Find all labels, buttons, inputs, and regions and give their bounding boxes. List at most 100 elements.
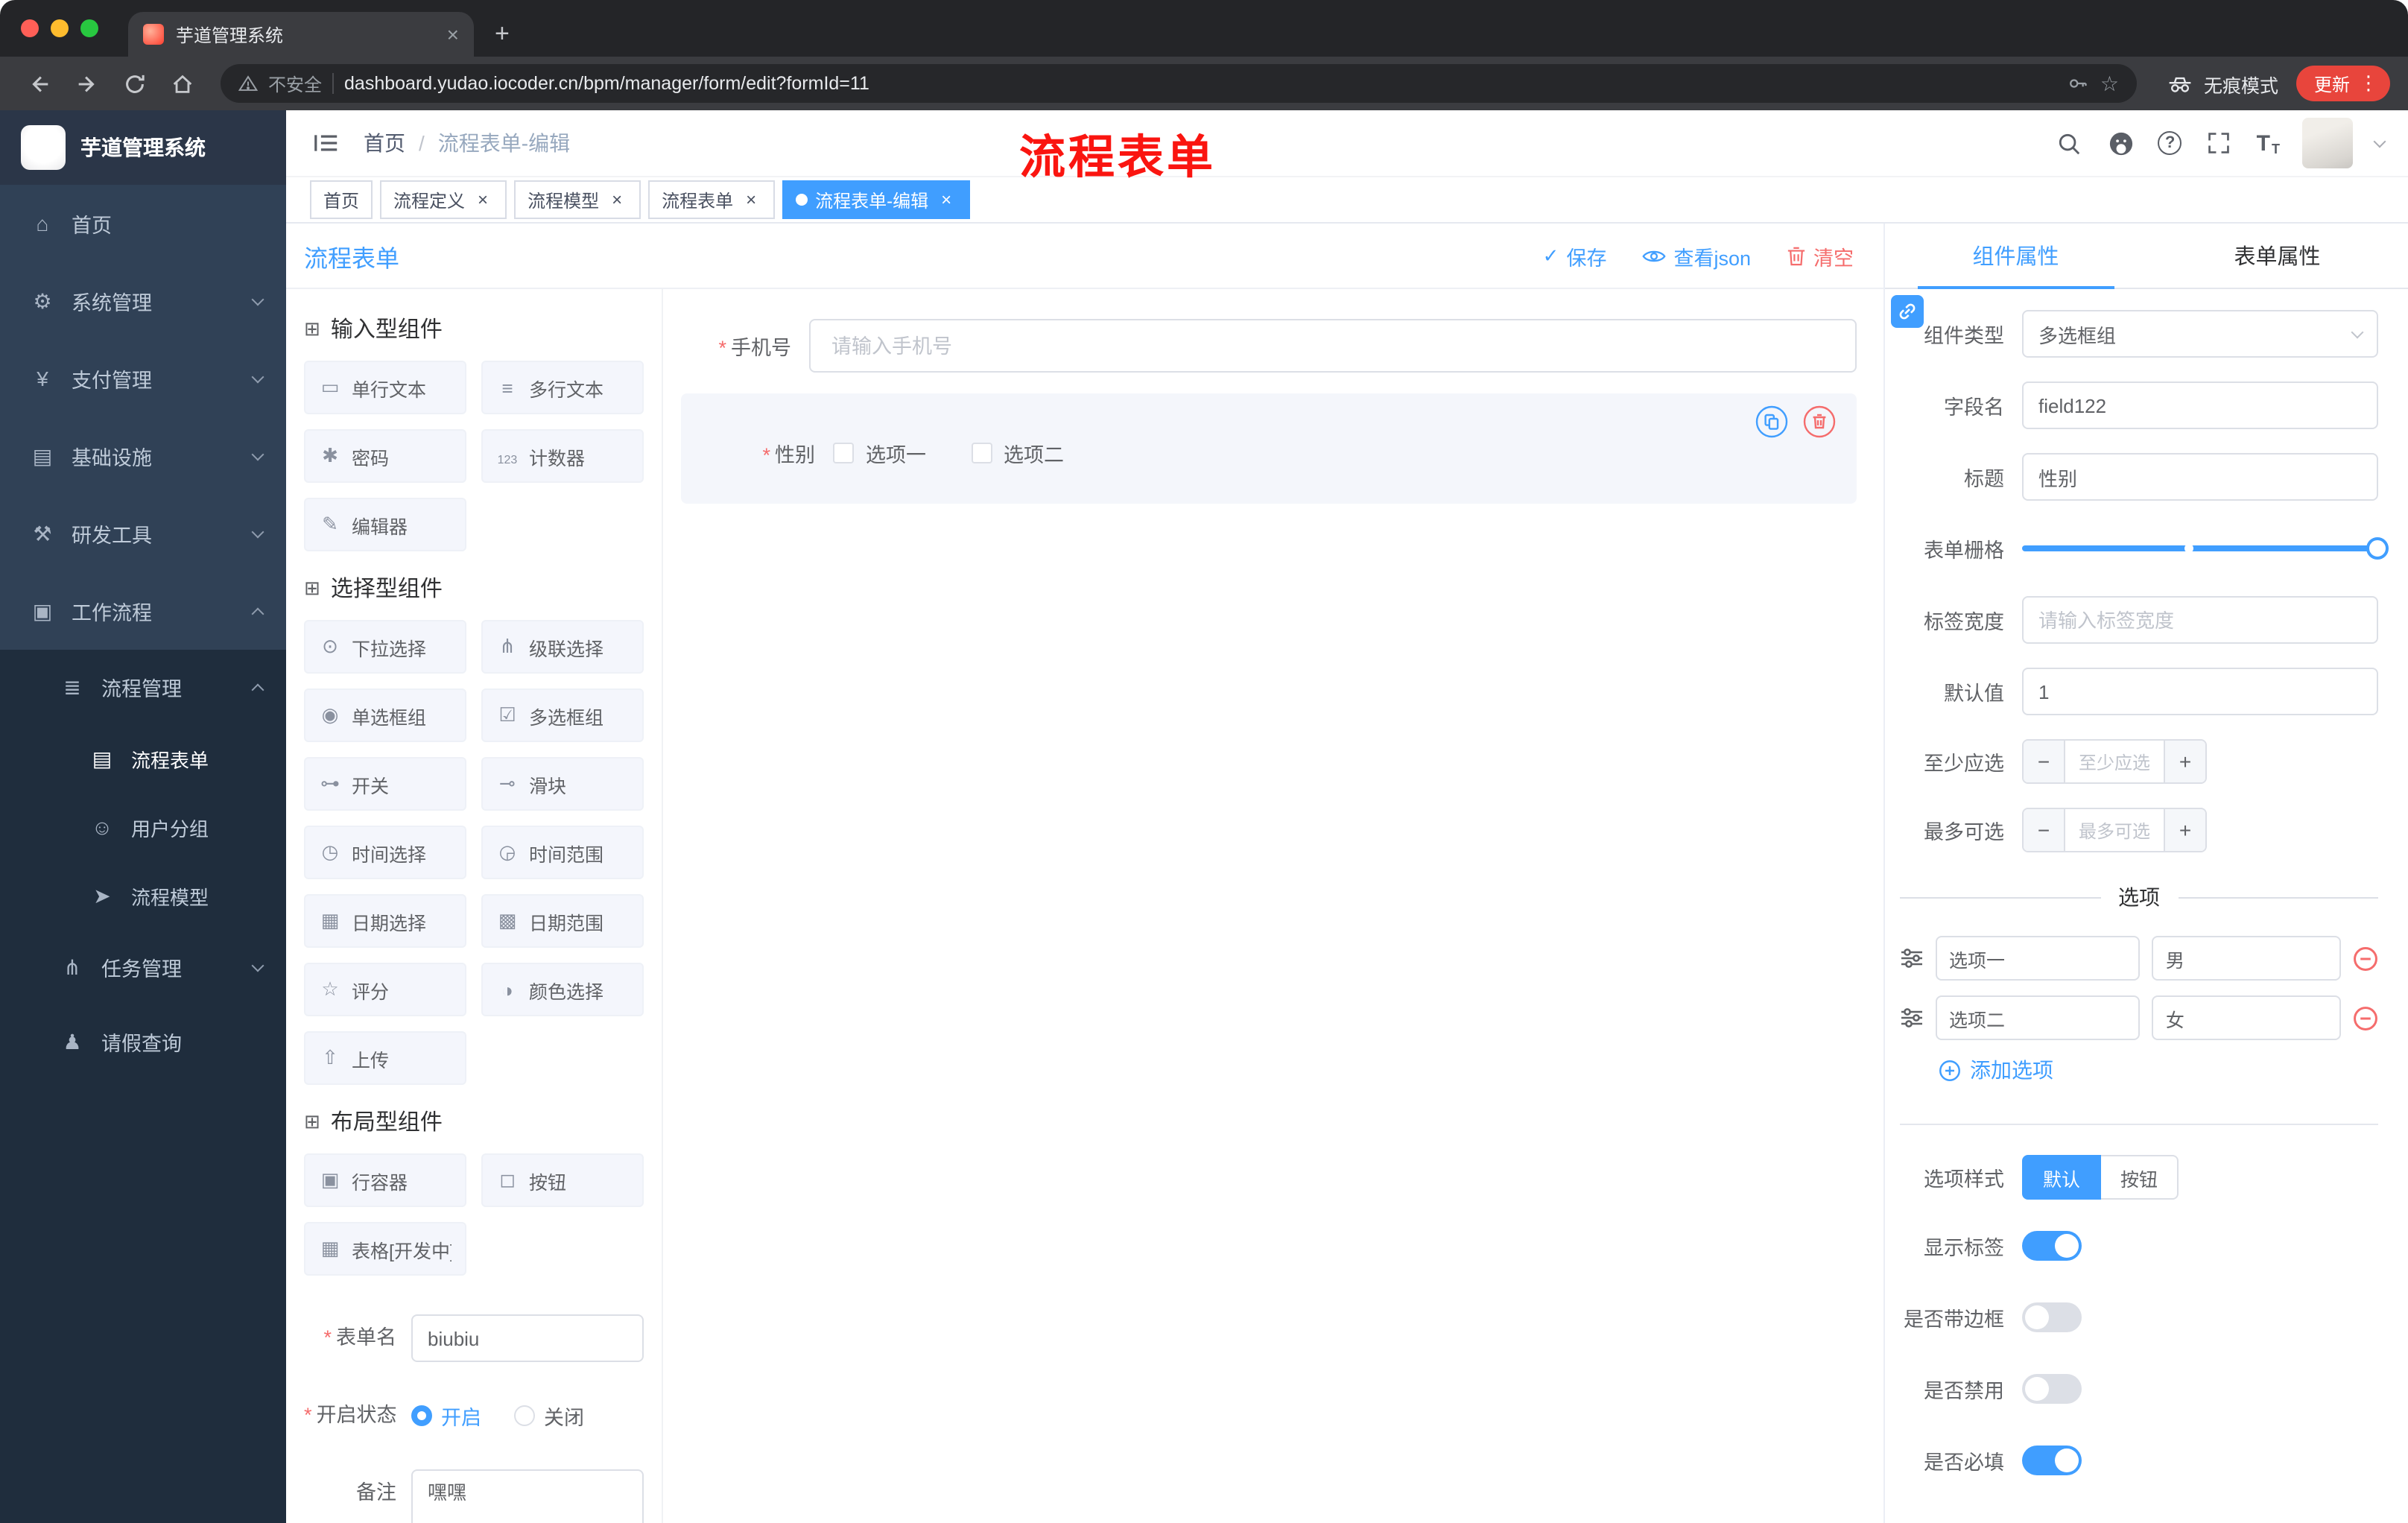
link-badge-button[interactable] [1891, 295, 1924, 328]
palette-item-cascader[interactable]: 级联选择 [481, 620, 644, 674]
tab-form-props[interactable]: 表单属性 [2146, 224, 2408, 288]
palette-item-editor[interactable]: 编辑器 [304, 498, 466, 551]
component-type-select[interactable] [2022, 310, 2378, 358]
selected-component-gender[interactable]: 性别 选项一 选项二 [681, 393, 1857, 504]
sidebar-item-process-model[interactable]: 流程模型 [0, 861, 286, 930]
palette-item-date-picker[interactable]: 日期选择 [304, 894, 466, 948]
breadcrumb-root[interactable]: 首页 [364, 128, 405, 158]
sidebar-item-process-management[interactable]: 流程管理 [0, 650, 286, 724]
gender-option-1-checkbox[interactable]: 选项一 [833, 438, 926, 468]
collapse-sidebar-button[interactable] [310, 127, 343, 159]
gender-option-2-checkbox[interactable]: 选项二 [971, 438, 1064, 468]
sidebar-item-user-groups[interactable]: 用户分组 [0, 793, 286, 861]
sidebar-logo-row[interactable]: 芋道管理系统 [0, 110, 286, 185]
tag-process-definition[interactable]: 流程定义 [380, 180, 507, 219]
border-toggle[interactable] [2022, 1302, 2082, 1332]
tag-close-icon[interactable] [472, 189, 493, 210]
plus-button[interactable]: + [2164, 809, 2205, 851]
tag-close-icon[interactable] [741, 189, 761, 210]
plus-button[interactable]: + [2164, 741, 2205, 782]
add-option-button[interactable]: 添加选项 [1939, 1055, 2378, 1085]
component-type-value[interactable] [2022, 310, 2378, 358]
tag-close-icon[interactable] [606, 189, 627, 210]
remove-option-button[interactable] [2353, 1005, 2378, 1030]
tag-process-model[interactable]: 流程模型 [514, 180, 641, 219]
view-json-button[interactable]: 查看json [1642, 241, 1751, 270]
disabled-toggle[interactable] [2022, 1374, 2082, 1404]
search-icon[interactable] [2054, 128, 2084, 158]
back-button[interactable] [18, 64, 60, 103]
phone-input[interactable] [809, 319, 1857, 373]
sidebar-item-infrastructure[interactable]: 基础设施 [0, 417, 286, 495]
palette-item-password[interactable]: 密码 [304, 429, 466, 483]
form-remark-textarea[interactable]: 嘿嘿 [411, 1469, 644, 1523]
style-button-button[interactable]: 按钮 [2101, 1155, 2179, 1200]
minus-button[interactable]: − [2024, 809, 2065, 851]
palette-item-slider[interactable]: 滑块 [481, 757, 644, 811]
sidebar-item-leave-query[interactable]: 请假查询 [0, 1004, 286, 1079]
remove-option-button[interactable] [2353, 946, 2378, 971]
palette-item-time-picker[interactable]: 时间选择 [304, 826, 466, 879]
field-name-input[interactable] [2022, 381, 2378, 429]
security-label[interactable]: 不安全 [268, 71, 322, 96]
sidebar-item-home[interactable]: 首页 [0, 185, 286, 262]
palette-item-textarea[interactable]: 多行文本 [481, 361, 644, 414]
tag-process-form-edit[interactable]: 流程表单-编辑 [782, 180, 971, 219]
sidebar-item-system[interactable]: 系统管理 [0, 262, 286, 340]
palette-item-date-range[interactable]: 日期范围 [481, 894, 644, 948]
title-input[interactable] [2022, 453, 2378, 501]
sidebar-item-payment[interactable]: 支付管理 [0, 340, 286, 417]
close-window-button[interactable] [21, 19, 39, 37]
font-size-icon[interactable] [2257, 130, 2280, 156]
slider-handle[interactable] [2366, 537, 2389, 560]
palette-item-button[interactable]: 按钮 [481, 1153, 644, 1207]
avatar-dropdown-caret-icon[interactable] [2373, 134, 2386, 148]
minimize-window-button[interactable] [51, 19, 69, 37]
tag-process-form[interactable]: 流程表单 [648, 180, 776, 219]
tab-component-props[interactable]: 组件属性 [1885, 224, 2146, 289]
new-tab-button[interactable] [495, 21, 510, 46]
password-key-icon[interactable] [2068, 73, 2090, 94]
status-radio-off[interactable]: 关闭 [514, 1401, 584, 1431]
palette-item-switch[interactable]: 开关 [304, 757, 466, 811]
palette-item-upload[interactable]: 上传 [304, 1031, 466, 1085]
reload-button[interactable] [113, 64, 155, 103]
help-icon[interactable] [2158, 131, 2182, 155]
address-bar[interactable]: 不安全 dashboard.yudao.iocoder.cn/bpm/manag… [221, 64, 2137, 103]
sidebar-item-devtools[interactable]: 研发工具 [0, 495, 286, 572]
default-value-input[interactable] [2022, 668, 2378, 715]
palette-item-radio-group[interactable]: 单选框组 [304, 688, 466, 742]
drag-handle-icon[interactable] [1900, 1006, 1924, 1030]
palette-item-color-picker[interactable]: 颜色选择 [481, 963, 644, 1016]
label-width-input[interactable] [2022, 596, 2378, 644]
save-button[interactable]: 保存 [1543, 241, 1606, 270]
sidebar-item-process-form[interactable]: 流程表单 [0, 724, 286, 793]
browser-tab[interactable]: 芋道管理系统 [128, 12, 474, 57]
form-name-input[interactable] [411, 1314, 644, 1362]
fullscreen-icon[interactable] [2205, 128, 2234, 158]
show-label-toggle[interactable] [2022, 1231, 2082, 1261]
bookmark-star-icon[interactable] [2100, 73, 2119, 94]
option-value-input[interactable] [2152, 936, 2341, 981]
drag-handle-icon[interactable] [1900, 946, 1924, 970]
forward-button[interactable] [66, 64, 107, 103]
palette-item-table[interactable]: 表格[开发中] [304, 1222, 466, 1276]
option-name-input[interactable] [1936, 936, 2141, 981]
grid-slider[interactable] [2022, 525, 2389, 572]
style-default-button[interactable]: 默认 [2022, 1155, 2102, 1200]
status-radio-on[interactable]: 开启 [411, 1401, 481, 1431]
browser-update-menu-button[interactable]: 更新 [2295, 66, 2390, 101]
sidebar-item-task-management[interactable]: 任务管理 [0, 930, 286, 1004]
palette-item-row-container[interactable]: 行容器 [304, 1153, 466, 1207]
palette-item-counter[interactable]: 计数器 [481, 429, 644, 483]
delete-component-button[interactable] [1803, 405, 1836, 438]
zoom-window-button[interactable] [80, 19, 98, 37]
copy-component-button[interactable] [1755, 405, 1788, 438]
tag-home[interactable]: 首页 [310, 180, 373, 219]
clear-button[interactable]: 清空 [1787, 241, 1854, 270]
option-name-input[interactable] [1936, 995, 2141, 1040]
minus-button[interactable]: − [2024, 741, 2065, 782]
home-button[interactable] [161, 64, 203, 103]
tab-close-icon[interactable] [447, 24, 459, 45]
palette-item-rate[interactable]: 评分 [304, 963, 466, 1016]
